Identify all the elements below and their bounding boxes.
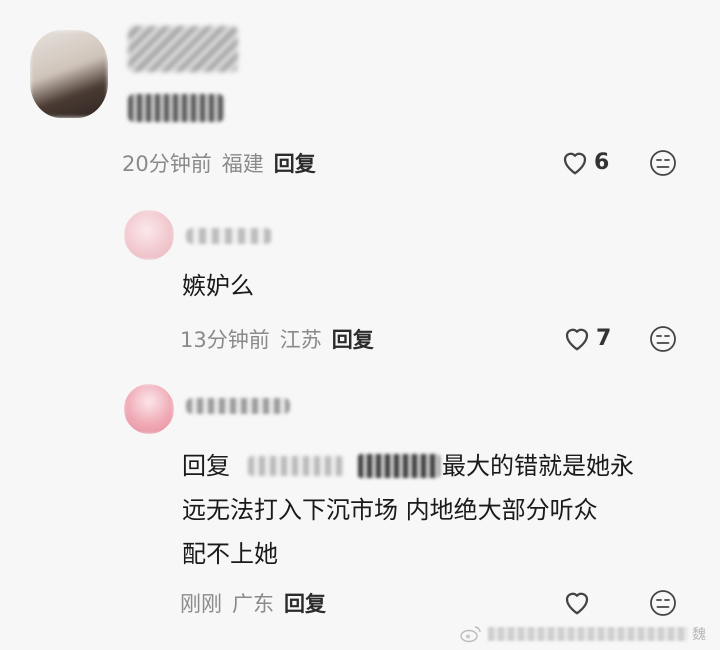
heart-outline-icon (565, 592, 589, 615)
comment-1: 20分钟前 福建 回复 6 (0, 0, 720, 200)
comment-time: 刚刚 (180, 592, 222, 616)
comment-meta: 13分钟前 江苏 回复 (180, 324, 384, 354)
comment-text-tail: 最大的错就是她永 (442, 452, 634, 480)
comment-time: 20分钟前 (122, 152, 212, 176)
like-count: 7 (596, 325, 612, 351)
mention-blurred[interactable] (248, 456, 344, 476)
heart-outline-icon (563, 152, 587, 175)
emoji-reaction-button[interactable] (648, 324, 678, 358)
username-blurred[interactable] (128, 26, 238, 72)
comment-location: 江苏 (279, 328, 322, 352)
reply-button[interactable]: 回复 (284, 588, 326, 618)
text-blurred (358, 454, 440, 478)
comment-meta: 刚刚 广东 回复 (180, 588, 336, 618)
like-button[interactable]: 7 (562, 324, 611, 352)
comment-line-3: 配不上她 (182, 540, 278, 568)
watermark-tail: 魏 (692, 627, 706, 643)
like-button[interactable] (562, 588, 592, 616)
watermark: 魏 (460, 624, 706, 644)
comment-line-2: 远无法打入下沉市场 内地绝大部分听众 (182, 496, 598, 524)
watermark-blurred (488, 627, 688, 641)
comment-location: 福建 (221, 152, 264, 176)
avatar[interactable] (124, 210, 174, 260)
comment-meta: 20分钟前 福建 回复 (122, 148, 326, 178)
reply-button[interactable]: 回复 (274, 148, 316, 178)
neutral-face-icon (650, 326, 676, 352)
reply-prefix: 回复 (182, 452, 230, 480)
reply-button[interactable]: 回复 (332, 324, 374, 354)
comment-time: 13分钟前 (180, 328, 270, 352)
comment-text-blurred (128, 94, 224, 122)
neutral-face-icon (650, 150, 676, 176)
comment-3: 回复 最大的错就是她永 远无法打入下沉市场 内地绝大部分听众 配不上她 刚刚 广… (0, 370, 720, 650)
neutral-face-icon (650, 590, 676, 616)
comment-2: 嫉妒么 13分钟前 江苏 回复 7 (0, 200, 720, 370)
username-blurred[interactable] (186, 228, 272, 244)
weibo-logo-icon (460, 626, 481, 643)
emoji-reaction-button[interactable] (648, 148, 678, 182)
avatar[interactable] (124, 384, 174, 434)
comment-line-1: 回复 最大的错就是她永 (182, 444, 682, 488)
comment-location: 广东 (232, 592, 274, 616)
comment-text: 回复 最大的错就是她永 远无法打入下沉市场 内地绝大部分听众 配不上她 (182, 444, 682, 576)
comment-text: 嫉妒么 (182, 272, 254, 300)
like-button[interactable]: 6 (560, 148, 609, 176)
emoji-reaction-button[interactable] (648, 588, 678, 622)
username-blurred[interactable] (186, 398, 290, 414)
like-count: 6 (594, 149, 610, 175)
heart-outline-icon (565, 328, 589, 351)
avatar[interactable] (30, 30, 108, 118)
